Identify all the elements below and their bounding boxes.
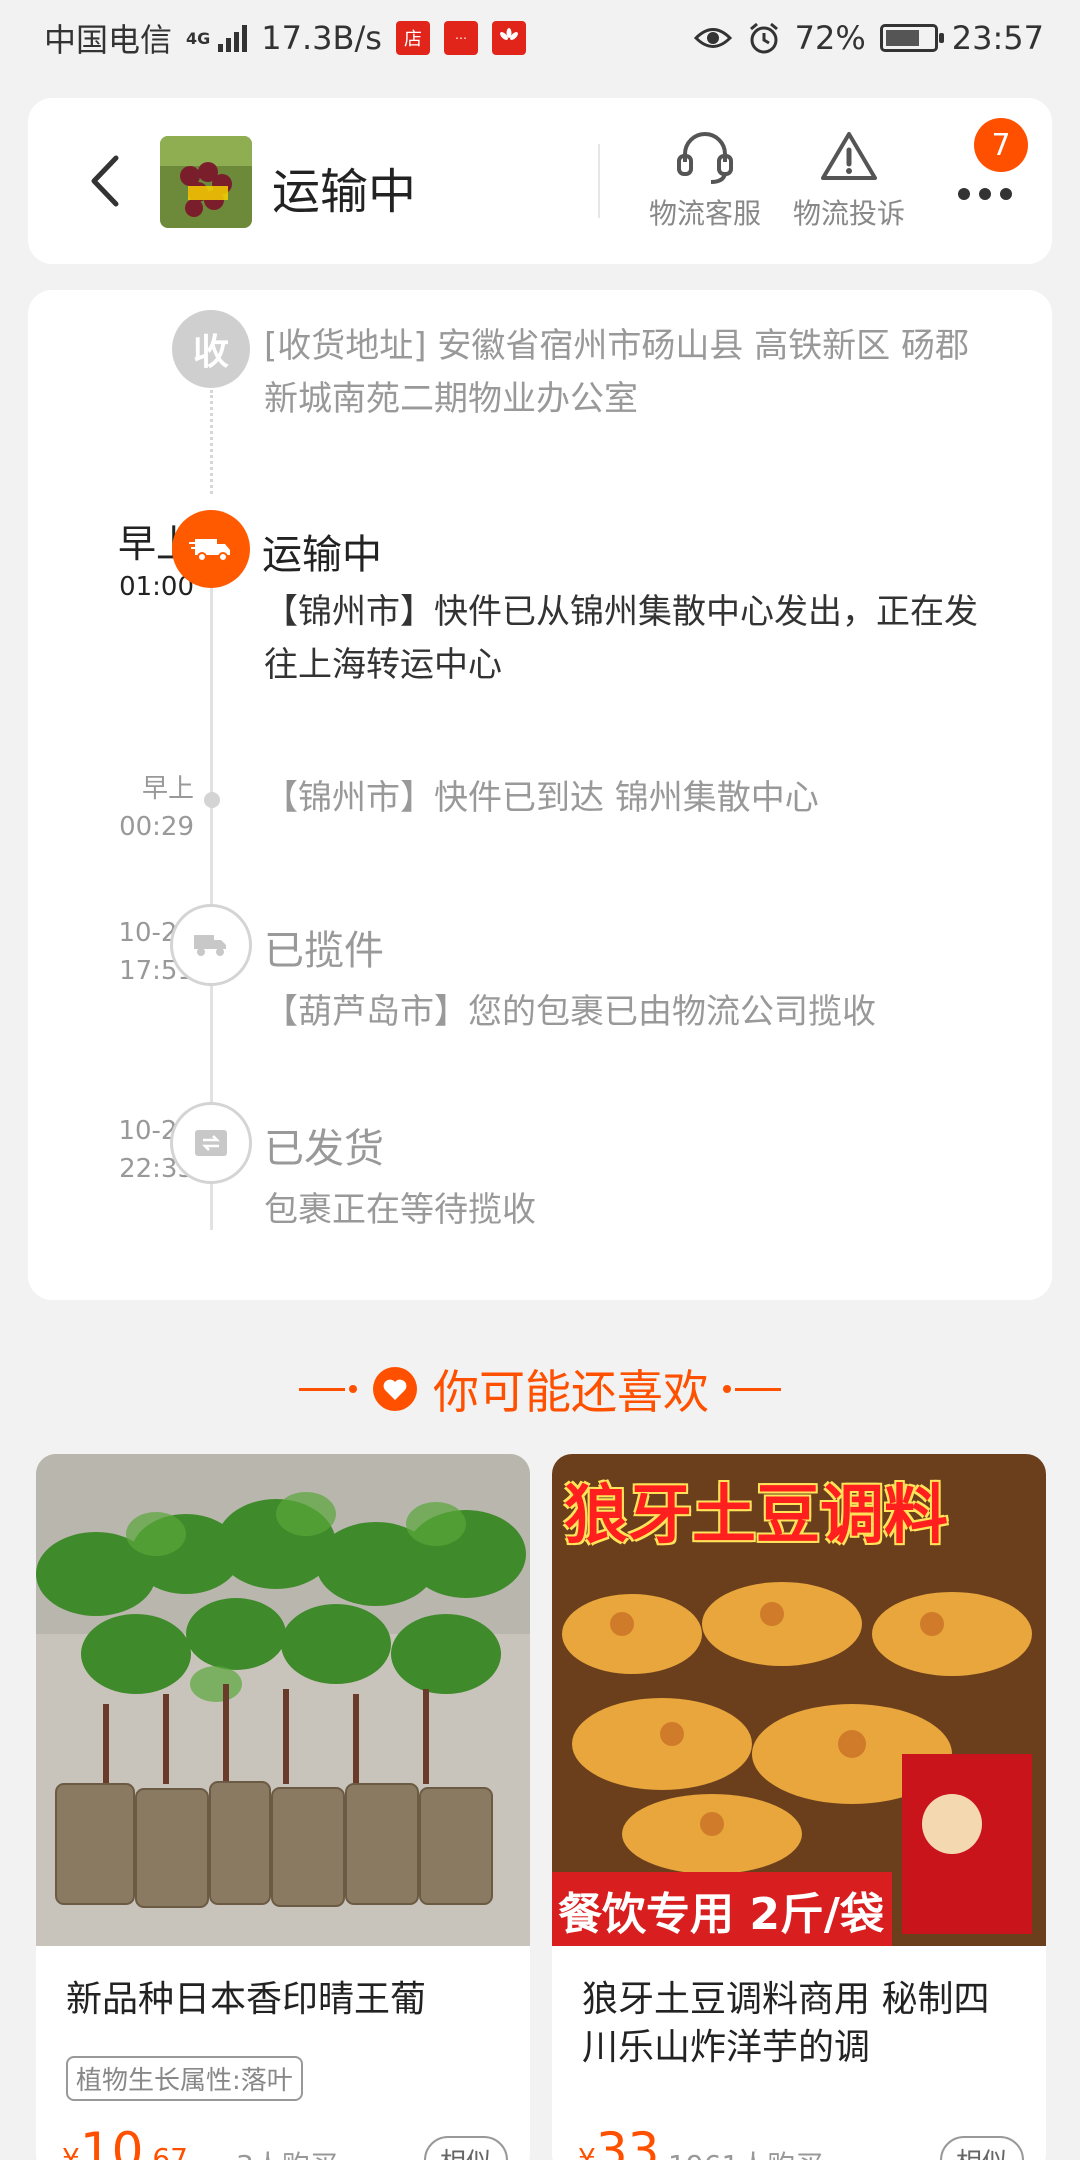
network-type: 4G [186, 29, 211, 48]
shipping-box-icon [195, 1130, 227, 1156]
product-card[interactable]: 狼牙土豆调料 餐饮专用 2斤/袋 狼牙土豆调料商用 秘制四川乐山炸洋芋的调 ¥3… [552, 1454, 1046, 2160]
currency-symbol: ¥ [578, 2142, 596, 2160]
status-left: 中国电信 4G 17.3B/s 店 ⋯ [44, 15, 526, 61]
network-speed: 17.3B/s [261, 19, 382, 57]
tracking-card: 收 [收货地址] 安徽省宿州市砀山县 高铁新区 砀郡新城南苑二期物业办公室 早上… [28, 290, 1052, 1300]
truck-icon [189, 539, 230, 562]
event-title: 已发货 [264, 1126, 384, 1172]
similar-button[interactable]: 相似 [939, 2136, 1024, 2160]
event-title-active: 运输中 [262, 532, 382, 578]
product-thumbnail[interactable] [160, 136, 252, 228]
product-image[interactable]: 狼牙土豆调料 餐饮专用 2斤/袋 [552, 1454, 1046, 1946]
decor-line-left [299, 1385, 357, 1393]
product-price: ¥10.67 [62, 2122, 188, 2160]
sold-count: 1961人购买 [668, 2144, 823, 2160]
price-integer: 10 [79, 2122, 144, 2160]
back-button[interactable] [80, 148, 132, 214]
divider [598, 144, 600, 218]
receiver-node-icon: 收 [172, 310, 250, 388]
product-name: 狼牙土豆调料商用 秘制四川乐山炸洋芋的调 [582, 1979, 990, 2068]
sold-count: 3人购买 [236, 2144, 338, 2160]
event-text: 包裹正在等待揽收 [264, 1190, 536, 1230]
status-bar: 中国电信 4G 17.3B/s 店 ⋯ 72% 23:57 [0, 0, 1080, 76]
huawei-app-icon [491, 21, 526, 55]
notification-app-icon: ⋯ [443, 21, 478, 55]
warning-icon [821, 132, 877, 180]
timeline-line-dashed [210, 390, 213, 494]
product-card[interactable]: 新品种日本香印晴王葡 植物生长属性:落叶 ¥10.67 3人购买 相似 [36, 1454, 530, 2160]
price-integer: 33 [595, 2122, 660, 2160]
product-tag: 植物生长属性:落叶 [66, 2056, 303, 2101]
signal-icon [218, 24, 248, 52]
event-date: 早上 00:29 [119, 770, 194, 846]
similar-button[interactable]: 相似 [423, 2136, 508, 2160]
chevron-left-icon [91, 155, 119, 207]
notification-badge: 7 [974, 118, 1028, 172]
image-title-text: 狼牙土豆调料 [564, 1479, 948, 1553]
logistics-complaint-button[interactable]: 物流投诉 [784, 128, 914, 232]
store-app-icon: 店 [395, 21, 430, 55]
clock: 23:57 [951, 19, 1044, 57]
logistics-complaint-label: 物流投诉 [792, 197, 905, 230]
alarm-icon [749, 22, 778, 54]
recommend-title: 你可能还喜欢 [433, 1365, 709, 1419]
truck-icon [194, 935, 226, 956]
event-text: 【锦州市】快件已到达 锦州集散中心 [264, 778, 819, 818]
product-name: 新品种日本香印晴王葡 [66, 1979, 427, 2020]
timeline-dot [204, 792, 220, 808]
header-card: 运输中 物流客服 物流投诉 7 [28, 98, 1052, 264]
recommend-header: 你可能还喜欢 [0, 1354, 1080, 1424]
product-price: ¥33 [578, 2122, 659, 2160]
logistics-service-button[interactable]: 物流客服 [640, 128, 770, 232]
event-text-active: 【锦州市】快件已从锦州集散中心发出，正在发往上海转运中心 [264, 592, 978, 685]
battery-percent: 72% [794, 19, 866, 57]
eye-icon [693, 28, 732, 48]
product-image[interactable] [36, 1454, 530, 1946]
event-title: 已揽件 [264, 928, 384, 974]
shipped-node-icon [170, 1102, 252, 1184]
status-right: 72% 23:57 [693, 19, 1044, 57]
battery-icon [879, 24, 944, 52]
in-transit-node-icon [172, 510, 250, 588]
price-decimal: .67 [143, 2142, 188, 2160]
event-text: 【葫芦岛市】您的包裹已由物流公司揽收 [264, 992, 876, 1032]
heart-icon [373, 1367, 417, 1411]
receiver-address: [收货地址] 安徽省宿州市砀山县 高铁新区 砀郡新城南苑二期物业办公室 [264, 326, 969, 419]
logistics-service-label: 物流客服 [648, 197, 761, 230]
picked-up-node-icon [170, 904, 252, 986]
page-title: 运输中 [272, 164, 417, 220]
image-banner-text: 餐饮专用 2斤/袋 [558, 1889, 885, 1940]
decor-line-right [723, 1385, 781, 1393]
currency-symbol: ¥ [62, 2142, 80, 2160]
event-date-line2: 00:29 [119, 812, 194, 842]
carrier-name: 中国电信 [44, 21, 173, 59]
event-date-line1: 早上 [141, 774, 194, 804]
headset-icon [677, 132, 733, 184]
